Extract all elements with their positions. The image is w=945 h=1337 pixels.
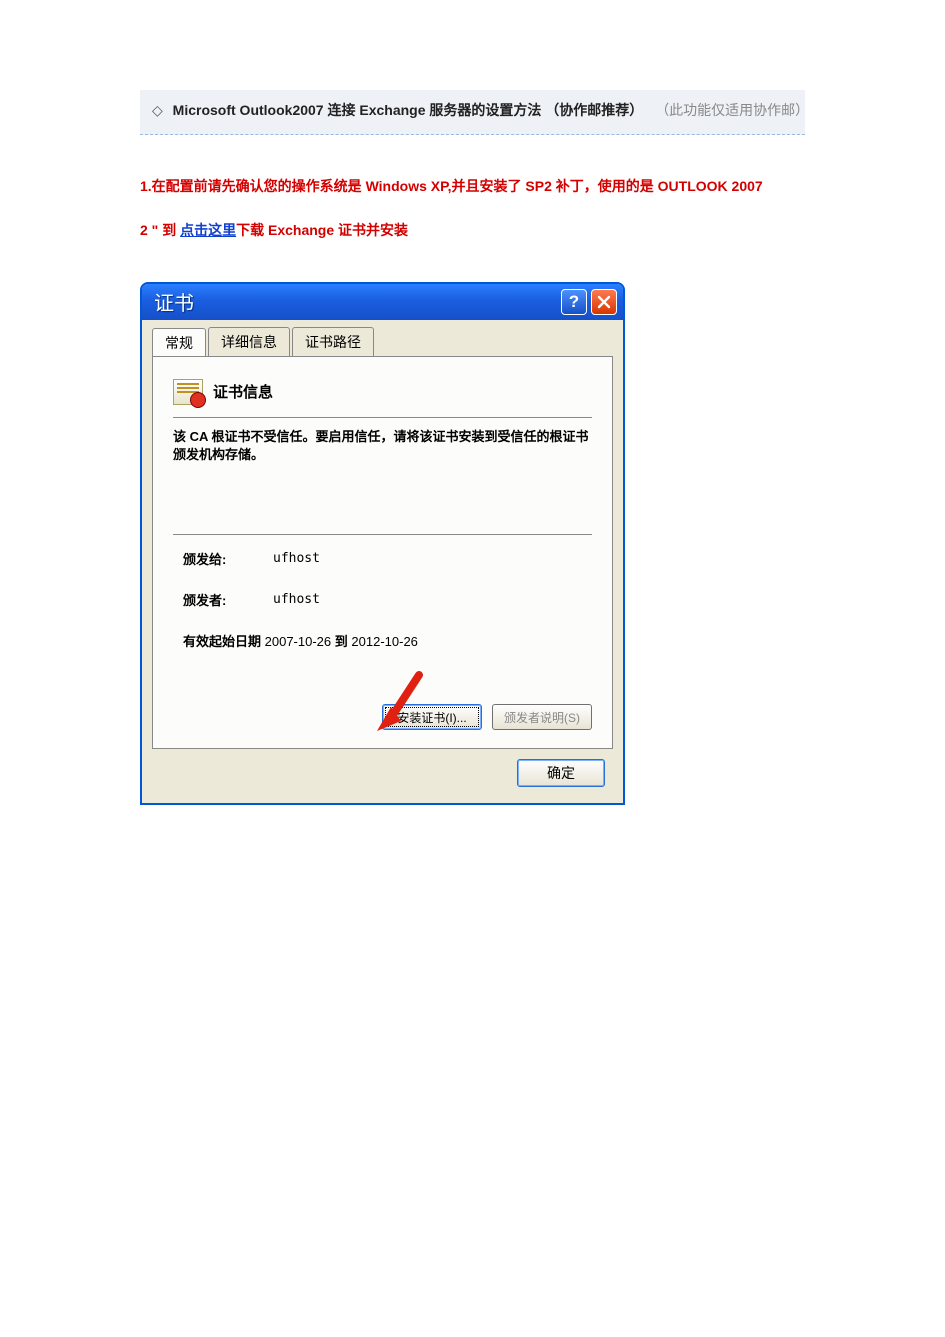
close-button[interactable] — [591, 289, 617, 315]
ok-button[interactable]: 确定 — [517, 759, 605, 787]
instruction-step-2: 2 " 到 点击这里下载 Exchange 证书并安装 — [140, 219, 805, 241]
tab-panel-general: 证书信息 该 CA 根证书不受信任。要启用信任，请将该证书安装到受信任的根证书颁… — [152, 356, 613, 749]
page-header-banner: ◇ Microsoft Outlook2007 连接 Exchange 服务器的… — [140, 90, 805, 135]
issuer-statement-button: 颁发者说明(S) — [492, 704, 592, 730]
instruction-step-1: 1.在配置前请先确认您的操作系统是 Windows XP,并且安装了 SP2 补… — [140, 175, 805, 197]
page-title-note: （此功能仅适用协作邮） — [655, 102, 809, 118]
dialog-tabs: 常规 详细信息 证书路径 — [152, 328, 613, 356]
page-title: Microsoft Outlook2007 连接 Exchange 服务器的设置… — [173, 102, 644, 118]
cert-info-heading: 证书信息 — [213, 381, 273, 402]
validity-row: 有效起始日期 2007-10-26 到 2012-10-26 — [173, 627, 592, 650]
dialog-title: 证书 — [154, 287, 557, 316]
divider — [173, 534, 592, 535]
divider — [173, 417, 592, 418]
cert-warning-text: 该 CA 根证书不受信任。要启用信任，请将该证书安装到受信任的根证书颁发机构存储… — [173, 428, 592, 464]
help-button[interactable]: ? — [561, 289, 587, 315]
issued-by-value: ufhost — [273, 592, 320, 607]
tab-general[interactable]: 常规 — [152, 328, 206, 357]
valid-from-value: 2007-10-26 — [265, 634, 332, 649]
install-certificate-button[interactable]: 安装证书(I)... — [382, 704, 482, 730]
certificate-dialog: 证书 ? 常规 详细信息 证书路径 证书信息 该 CA 根证书不受信任。要启用信… — [140, 282, 625, 805]
issued-to-label: 颁发给: — [183, 549, 255, 568]
step2-prefix: 2 " 到 — [140, 222, 176, 238]
close-icon — [597, 295, 611, 309]
diamond-icon: ◇ — [152, 102, 163, 118]
issued-by-label: 颁发者: — [183, 590, 255, 609]
dialog-titlebar[interactable]: 证书 ? — [142, 284, 623, 320]
tab-cert-path[interactable]: 证书路径 — [292, 327, 374, 356]
certificate-icon — [173, 379, 203, 405]
valid-to-value: 2012-10-26 — [351, 634, 418, 649]
issued-to-value: ufhost — [273, 551, 320, 566]
step2-suffix: 下载 Exchange 证书并安装 — [236, 222, 408, 238]
download-cert-link[interactable]: 点击这里 — [180, 222, 236, 238]
valid-from-label: 有效起始日期 — [183, 634, 261, 649]
tab-details[interactable]: 详细信息 — [208, 327, 290, 356]
issued-to-row: 颁发给: ufhost — [173, 545, 592, 586]
valid-to-label: 到 — [335, 634, 348, 649]
issued-by-row: 颁发者: ufhost — [173, 586, 592, 627]
